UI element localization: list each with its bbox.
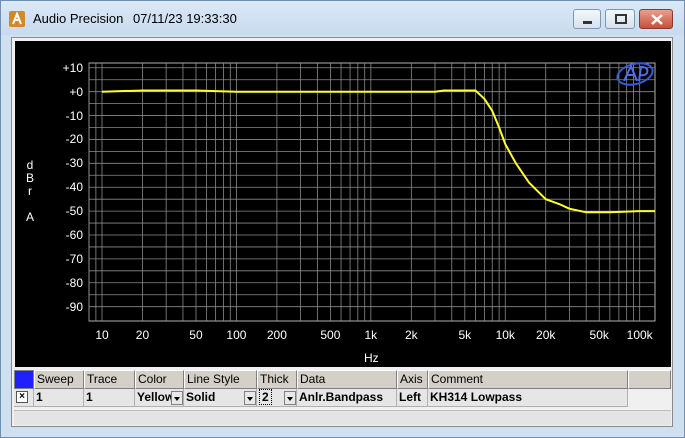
- x-tick-label: 100: [226, 328, 247, 342]
- y-axis-unit-letter-5: A: [25, 210, 34, 224]
- x-tick-label: 1k: [364, 328, 378, 342]
- cell-comment[interactable]: KH314 Lowpass: [428, 389, 628, 407]
- title-bar[interactable]: Audio Precision 07/11/23 19:33:30: [1, 1, 684, 35]
- y-tick-label: -80: [65, 275, 83, 290]
- close-button[interactable]: [639, 9, 673, 29]
- y-tick-label: -10: [65, 108, 83, 123]
- graph-plot[interactable]: +10 +0 -10 -20 -30 -40 -50 -60 -70 -80 -90 10 20 50 1…: [15, 41, 671, 367]
- x-tick-label: 5k: [458, 328, 472, 342]
- x-tick-label: 20: [135, 328, 150, 342]
- row-checkbox-cell[interactable]: ×: [14, 389, 34, 407]
- header-line-style[interactable]: Line Style: [184, 370, 257, 389]
- color-dropdown-icon[interactable]: [171, 391, 183, 405]
- x-tick-label: 10k: [495, 328, 515, 342]
- close-icon: [651, 14, 663, 25]
- cell-axis[interactable]: Left: [397, 389, 428, 407]
- ap-logo-icon: [615, 61, 655, 92]
- x-tick-label: 10: [95, 328, 109, 342]
- header-filler: [628, 370, 671, 389]
- window-app-name: Audio Precision: [33, 11, 124, 26]
- x-tick-label: 2k: [404, 328, 418, 342]
- y-tick-label: -30: [65, 156, 83, 171]
- cell-trace[interactable]: 1: [84, 389, 135, 407]
- y-tick-label: -70: [65, 251, 83, 266]
- row-selector-header[interactable]: [14, 370, 34, 389]
- graph-client-area: +10 +0 -10 -20 -30 -40 -50 -60 -70 -80 -90 10 20 50 1…: [11, 37, 673, 427]
- header-comment[interactable]: Comment: [428, 370, 628, 389]
- y-tick-label: -20: [65, 132, 83, 147]
- x-tick-label: 200: [266, 328, 287, 342]
- cell-thick-value: 2: [259, 389, 272, 405]
- y-tick-label: -40: [65, 180, 83, 195]
- window-title: Audio Precision 07/11/23 19:33:30: [33, 11, 243, 26]
- maximize-icon: [615, 14, 627, 24]
- minimize-button[interactable]: [573, 9, 601, 29]
- horizontal-scrollbar[interactable]: [14, 410, 671, 425]
- thick-dropdown-icon[interactable]: [284, 391, 296, 405]
- header-thick[interactable]: Thick: [257, 370, 297, 389]
- cell-line-style-value: Solid: [186, 390, 216, 404]
- window-datetime: 07/11/23 19:33:30: [132, 11, 237, 26]
- plot-frame: [88, 62, 656, 322]
- x-tick-label: 50: [189, 328, 203, 342]
- header-data[interactable]: Data: [297, 370, 397, 389]
- header-color[interactable]: Color: [135, 370, 184, 389]
- x-tick-label: 100k: [626, 328, 653, 342]
- x-tick-label: 500: [320, 328, 341, 342]
- cell-sweep[interactable]: 1: [34, 389, 84, 407]
- y-tick-label: -90: [65, 299, 83, 314]
- cell-line-style[interactable]: Solid: [184, 389, 257, 407]
- row-checkbox[interactable]: ×: [16, 391, 28, 403]
- header-trace[interactable]: Trace: [84, 370, 135, 389]
- minimize-icon: [583, 21, 592, 24]
- cell-data[interactable]: Anlr.Bandpass: [297, 389, 397, 407]
- y-tick-label: -60: [65, 228, 83, 242]
- header-sweep[interactable]: Sweep: [34, 370, 84, 389]
- y-axis-unit: d B r A: [23, 159, 37, 224]
- y-tick-label: +0: [69, 84, 83, 99]
- x-tick-label: 20k: [536, 328, 556, 342]
- chart-svg: [88, 62, 656, 322]
- y-axis-unit-letter-3: r: [28, 184, 32, 198]
- cell-color-value: Yellow: [137, 390, 175, 404]
- maximize-button[interactable]: [605, 9, 635, 29]
- header-axis[interactable]: Axis: [397, 370, 428, 389]
- y-tick-label: -50: [65, 204, 83, 219]
- line-style-dropdown-icon[interactable]: [244, 391, 256, 405]
- x-tick-label: 50k: [589, 328, 609, 342]
- x-axis-label: Hz: [364, 351, 379, 365]
- cell-color[interactable]: Yellow: [135, 389, 184, 407]
- cell-thick[interactable]: 2: [257, 389, 297, 407]
- audio-precision-app-icon: [9, 11, 25, 27]
- app-window: Audio Precision 07/11/23 19:33:30 +10 +0 -…: [0, 0, 685, 438]
- y-tick-label: +10: [62, 60, 83, 75]
